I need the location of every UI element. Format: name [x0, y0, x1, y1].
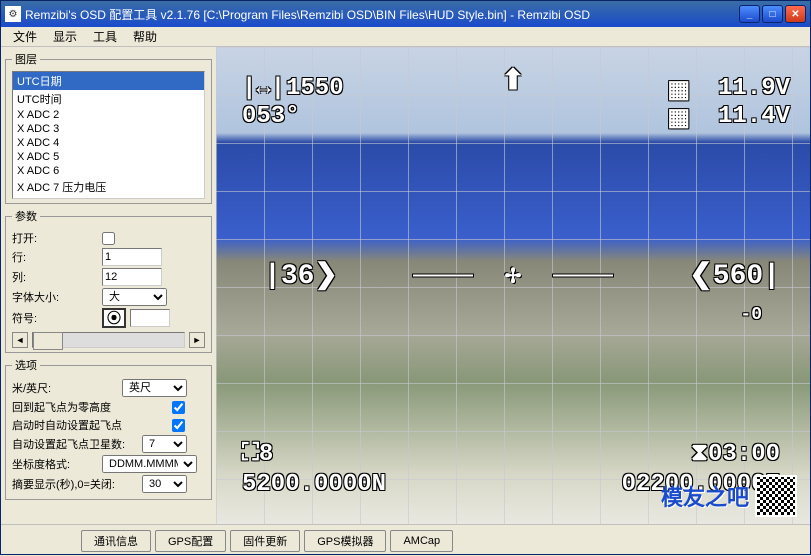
osd-right-val: ❮560|	[689, 257, 780, 292]
list-item[interactable]: X 图形 01	[13, 196, 204, 199]
menu-help[interactable]: 帮助	[125, 26, 165, 47]
menu-display[interactable]: 显示	[45, 26, 85, 47]
list-item[interactable]: UTC日期	[13, 72, 204, 90]
col-label: 列:	[12, 269, 102, 285]
window-title: Remzibi's OSD 配置工具 v2.1.76 [C:\Program F…	[25, 6, 739, 23]
battery2-icon: ▦	[667, 103, 690, 133]
firmware-button[interactable]: 固件更新	[230, 530, 300, 552]
auto-home-label: 启动时自动设置起飞点	[12, 417, 172, 433]
amcap-button[interactable]: AMCap	[390, 530, 453, 552]
sat-select[interactable]: 7	[142, 435, 187, 453]
horizon-line-left	[413, 275, 473, 277]
row-label: 行:	[12, 249, 102, 265]
slider-track[interactable]	[32, 332, 185, 348]
params-group: 参数 打开: 行: 列: 字体大小: 大	[5, 208, 212, 353]
osd-lat: 5200.0000N	[242, 471, 386, 498]
horizon-indicator: ✢	[413, 263, 613, 288]
options-group: 选项 米/英尺: 英尺 回到起飞点为零高度 启动时自动设置起飞点 自动设置起飞点…	[5, 357, 212, 500]
list-item[interactable]: X ADC 4	[13, 136, 204, 150]
watermark-text: 模友之吧	[661, 480, 749, 512]
osd-right-sub: -0	[740, 305, 762, 325]
maximize-button[interactable]: □	[762, 5, 783, 23]
osd-left-val: |36❯	[264, 257, 338, 292]
params-legend: 参数	[12, 208, 40, 224]
horizon-center-icon: ✢	[505, 263, 522, 288]
osd-batt2: 11.4V	[718, 103, 790, 130]
open-label: 打开:	[12, 230, 102, 246]
coord-fmt-label: 坐标度格式:	[12, 456, 102, 472]
comm-button[interactable]: 通讯信息	[81, 530, 151, 552]
col-input[interactable]	[102, 268, 162, 286]
list-item[interactable]: X ADC 2	[13, 108, 204, 122]
layers-legend: 图层	[12, 51, 40, 67]
font-select[interactable]: 大	[102, 288, 167, 306]
symbol-input[interactable]	[130, 309, 170, 327]
watermark-qr-icon	[755, 475, 797, 517]
coord-fmt-select[interactable]: DDMM.MMMM	[102, 455, 197, 473]
menu-tools[interactable]: 工具	[85, 26, 125, 47]
gps-sim-button[interactable]: GPS模拟器	[304, 530, 386, 552]
slider-next[interactable]: ►	[189, 332, 205, 348]
bottom-toolbar: 通讯信息 GPS配置 固件更新 GPS模拟器 AMCap	[1, 524, 810, 556]
symbol-preview[interactable]: ⦿	[102, 308, 126, 328]
options-legend: 选项	[12, 357, 40, 373]
unit-label: 米/英尺:	[12, 380, 122, 396]
summary-select[interactable]: 30	[142, 475, 187, 493]
list-item[interactable]: X ADC 5	[13, 150, 204, 164]
menu-file[interactable]: 文件	[5, 26, 45, 47]
left-panel: 图层 UTC日期 UTC时间 X ADC 2 X ADC 3 X ADC 4 X…	[1, 47, 216, 524]
row-input[interactable]	[102, 248, 162, 266]
watermark: 模友之吧	[661, 475, 797, 517]
zero-alt-label: 回到起飞点为零高度	[12, 399, 172, 415]
list-item[interactable]: X ADC 7 压力电压	[13, 178, 204, 196]
osd-preview: |↔| 1550 053° ⬆ ▦ 11.9V ▦ 11.4V |36❯ ✢ ❮…	[216, 47, 810, 524]
osd-alt: 1550	[286, 75, 344, 102]
list-item[interactable]: X ADC 6	[13, 164, 204, 178]
battery1-icon: ▦	[667, 75, 690, 105]
symbol-label: 符号:	[12, 310, 102, 326]
close-button[interactable]: ✕	[785, 5, 806, 23]
osd-heading: 053°	[242, 103, 300, 130]
home-icon: ⬆	[501, 63, 524, 98]
horizon-line-right	[553, 275, 613, 277]
summary-label: 摘要显示(秒),0=关闭:	[12, 476, 142, 492]
osd-batt1: 11.9V	[718, 75, 790, 102]
font-label: 字体大小:	[12, 289, 102, 305]
menubar: 文件 显示 工具 帮助	[1, 27, 810, 47]
sat-icon: ⛶8	[242, 440, 273, 468]
list-item[interactable]: X ADC 3	[13, 122, 204, 136]
unit-select[interactable]: 英尺	[122, 379, 187, 397]
minimize-button[interactable]: _	[739, 5, 760, 23]
app-icon: ⚙	[5, 6, 21, 22]
titlebar: ⚙ Remzibi's OSD 配置工具 v2.1.76 [C:\Program…	[1, 1, 810, 27]
slider-prev[interactable]: ◄	[12, 332, 28, 348]
layers-group: 图层 UTC日期 UTC时间 X ADC 2 X ADC 3 X ADC 4 X…	[5, 51, 212, 204]
sat-label: 自动设置起飞点卫星数:	[12, 436, 142, 452]
osd-alt-icon: |↔|	[242, 75, 285, 102]
open-checkbox[interactable]	[102, 232, 115, 245]
zero-alt-checkbox[interactable]	[172, 401, 185, 414]
slider-thumb[interactable]	[33, 332, 63, 350]
layers-listbox[interactable]: UTC日期 UTC时间 X ADC 2 X ADC 3 X ADC 4 X AD…	[12, 71, 205, 199]
list-item[interactable]: UTC时间	[13, 90, 204, 108]
gps-config-button[interactable]: GPS配置	[155, 530, 226, 552]
time-icon: ⧗03:00	[691, 440, 780, 468]
auto-home-checkbox[interactable]	[172, 419, 185, 432]
